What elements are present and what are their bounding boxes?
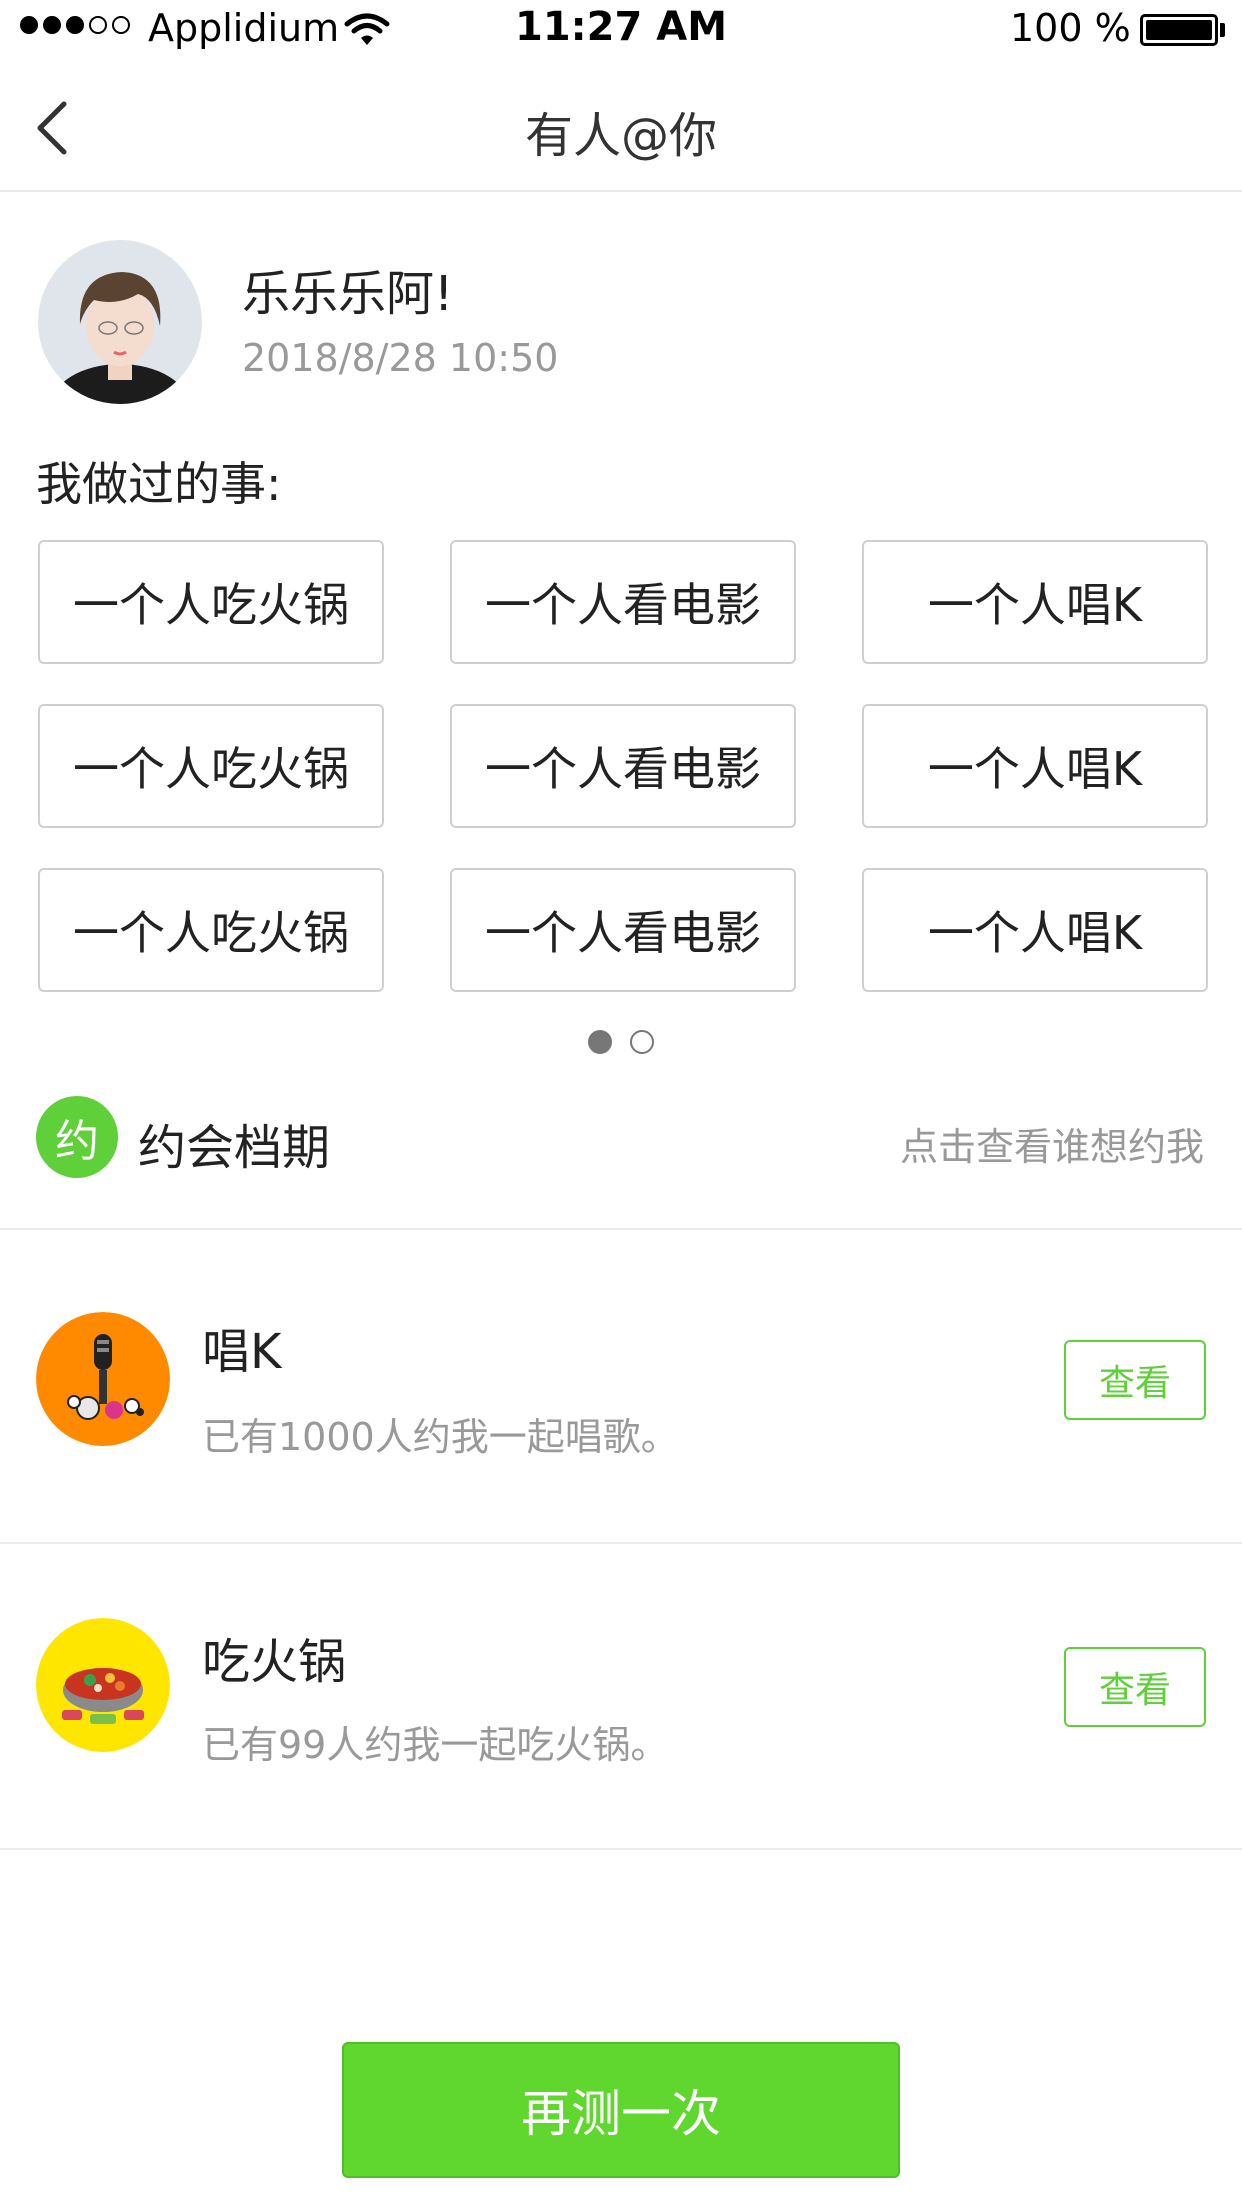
- hotpot-icon: [36, 1618, 170, 1752]
- profile-name: 乐乐乐阿!: [242, 266, 454, 322]
- item-desc: 已有99人约我一起吃火锅。: [202, 1723, 669, 1767]
- battery-percent: 100 %: [1010, 6, 1131, 50]
- item-title: 唱K: [202, 1324, 282, 1380]
- page-dot-active[interactable]: [588, 1030, 612, 1054]
- tag-button[interactable]: 一个人看电影: [450, 868, 796, 992]
- divider: [0, 1228, 1242, 1230]
- battery-icon: [1140, 14, 1218, 46]
- tag-button[interactable]: 一个人吃火锅: [38, 868, 384, 992]
- view-button[interactable]: 查看: [1064, 1340, 1206, 1420]
- tag-button[interactable]: 一个人唱K: [862, 704, 1208, 828]
- page-indicator[interactable]: [0, 1030, 1242, 1054]
- microphone-icon: [36, 1312, 170, 1446]
- view-button[interactable]: 查看: [1064, 1647, 1206, 1727]
- page-dot[interactable]: [630, 1030, 654, 1054]
- section-title-things: 我做过的事:: [36, 457, 282, 511]
- tag-button[interactable]: 一个人看电影: [450, 704, 796, 828]
- tag-button[interactable]: 一个人吃火锅: [38, 540, 384, 664]
- page-title: 有人@你: [524, 108, 717, 164]
- status-bar: Applidium 11:27 AM 100 %: [0, 0, 1242, 60]
- battery-tip: [1220, 23, 1225, 37]
- avatar[interactable]: [38, 240, 202, 404]
- section-title-dates: 约会档期: [138, 1120, 331, 1176]
- nav-bar: 有人@你: [0, 60, 1242, 192]
- divider: [0, 1542, 1242, 1544]
- see-who-link[interactable]: 点击查看谁想约我: [900, 1116, 1204, 1171]
- item-desc: 已有1000人约我一起唱歌。: [202, 1415, 679, 1459]
- item-title: 吃火锅: [202, 1634, 347, 1690]
- tag-button[interactable]: 一个人看电影: [450, 540, 796, 664]
- retest-button[interactable]: 再测一次: [342, 2042, 900, 2178]
- tag-button[interactable]: 一个人吃火锅: [38, 704, 384, 828]
- tag-button[interactable]: 一个人唱K: [862, 540, 1208, 664]
- date-badge-icon: 约: [36, 1096, 118, 1178]
- divider: [0, 1848, 1242, 1850]
- page: Applidium 11:27 AM 100 % 有人@你 乐乐乐阿! 2018…: [0, 0, 1242, 2208]
- profile-time: 2018/8/28 10:50: [242, 336, 559, 380]
- tag-button[interactable]: 一个人唱K: [862, 868, 1208, 992]
